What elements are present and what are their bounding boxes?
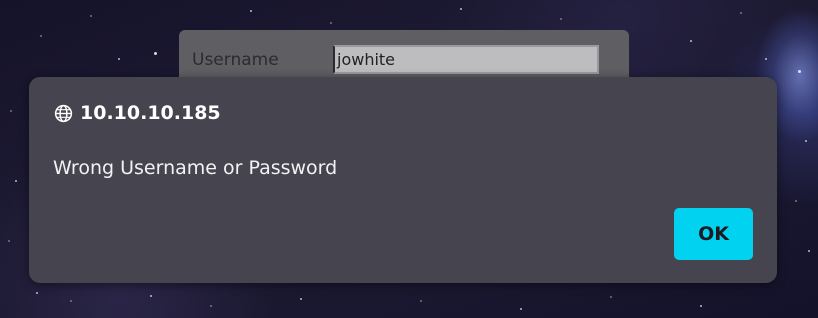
username-label: Username [192,50,279,70]
dialog-message: Wrong Username or Password [53,157,338,179]
dialog-origin-title: 10.10.10.185 [80,102,221,124]
globe-icon [54,104,73,123]
dialog-header: 10.10.10.185 [54,102,221,124]
username-input[interactable]: jowhite [333,45,599,74]
alert-dialog: 10.10.10.185 Wrong Username or Password … [29,77,777,283]
ok-button[interactable]: OK [674,208,753,260]
